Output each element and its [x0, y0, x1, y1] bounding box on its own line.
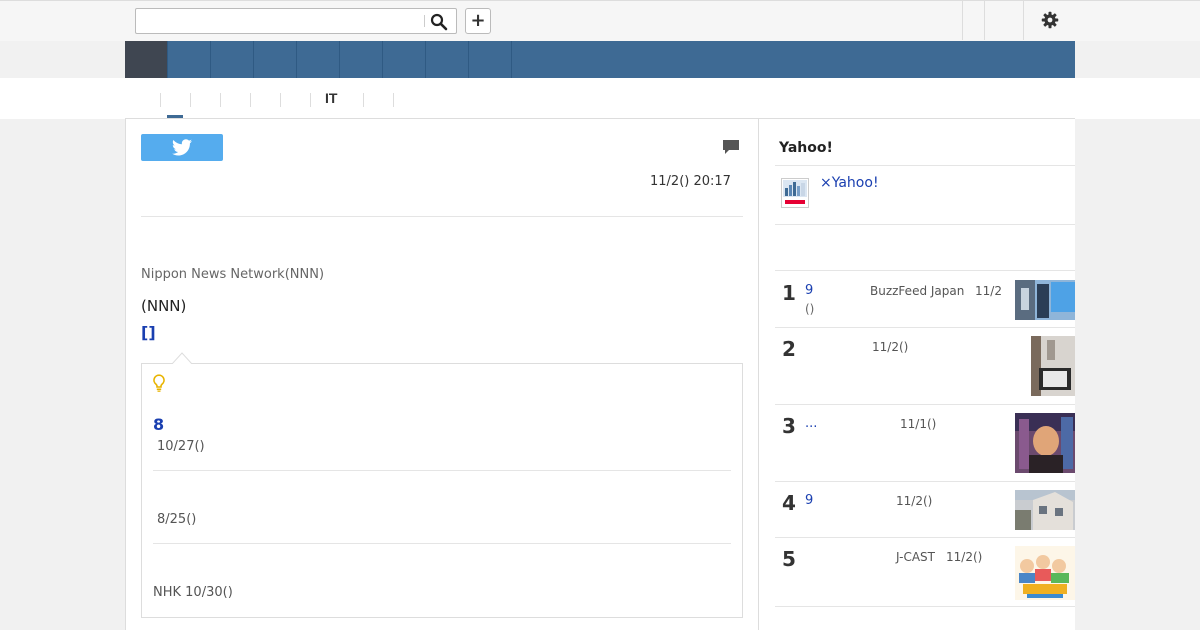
- rank-title[interactable]: ...: [805, 416, 817, 431]
- nav-tab[interactable]: [168, 41, 211, 78]
- twitter-icon: [172, 139, 192, 156]
- main-nav: [125, 41, 1075, 78]
- rank-date: 11/2(): [896, 494, 933, 508]
- header-menu-button[interactable]: [985, 0, 1023, 40]
- divider: [141, 216, 743, 217]
- article-source: Nippon News Network(NNN): [141, 267, 325, 282]
- bulb-icon: [153, 374, 165, 392]
- rank-thumbnail[interactable]: [1015, 413, 1075, 473]
- nav-tab[interactable]: [211, 41, 254, 78]
- related-item-date: 10/27(): [157, 439, 205, 454]
- search-icon[interactable]: [430, 13, 448, 31]
- comment-icon[interactable]: [722, 139, 740, 155]
- gear-icon[interactable]: [1041, 11, 1059, 29]
- category-divider: [393, 93, 394, 107]
- divider: [775, 606, 1075, 607]
- divider: [775, 270, 1075, 271]
- article-credit: (NNN): [141, 297, 187, 315]
- rank-date: 11/1(): [900, 417, 937, 431]
- rank-number: 4: [782, 491, 796, 515]
- rank-source: J-CAST: [896, 550, 935, 564]
- rank-title[interactable]: 9: [805, 283, 813, 298]
- nav-tab[interactable]: [426, 41, 469, 78]
- divider: [775, 327, 1075, 328]
- category-tab-it[interactable]: IT: [325, 90, 337, 106]
- rank-number: 1: [782, 281, 796, 305]
- nav-tab[interactable]: [383, 41, 426, 78]
- sidebar-title: Yahoo!: [779, 140, 833, 156]
- divider: [775, 537, 1075, 538]
- related-item-date: NHK 10/30(): [153, 585, 233, 600]
- category-tab[interactable]: [250, 93, 280, 107]
- rank-title[interactable]: 9: [805, 493, 813, 508]
- nav-tab[interactable]: [297, 41, 340, 78]
- rank-thumbnail[interactable]: [1015, 280, 1075, 320]
- nav-tab[interactable]: [469, 41, 512, 78]
- rank-thumbnail[interactable]: [1015, 546, 1075, 600]
- callout-arrow: [172, 352, 192, 364]
- tweet-button[interactable]: [141, 134, 223, 161]
- search-box: [135, 8, 457, 34]
- nav-tab-home[interactable]: [125, 41, 168, 78]
- rank-date: 11/2: [975, 284, 1002, 298]
- related-title-link[interactable]: 8: [153, 415, 164, 434]
- rank-date: 11/2(): [946, 550, 983, 564]
- search-divider: [424, 15, 425, 27]
- rank-number: 5: [782, 547, 796, 571]
- category-tab[interactable]: [220, 93, 250, 107]
- rank-source: BuzzFeed Japan: [870, 284, 965, 298]
- category-tab[interactable]: [280, 93, 310, 107]
- category-tab[interactable]: [363, 93, 393, 107]
- article-date: 11/2() 20:17: [650, 174, 731, 189]
- add-button[interactable]: +: [465, 8, 491, 34]
- divider: [153, 543, 731, 544]
- related-item-date: 8/25(): [157, 512, 197, 527]
- nav-tab[interactable]: [340, 41, 383, 78]
- divider: [775, 165, 1075, 166]
- rank-number: 3: [782, 414, 796, 438]
- divider: [775, 404, 1075, 405]
- related-item[interactable]: [153, 478, 731, 536]
- rank-number: 2: [782, 337, 796, 361]
- category-tab[interactable]: [160, 93, 190, 107]
- related-item[interactable]: [153, 551, 731, 606]
- rank-subtitle: (): [805, 302, 815, 316]
- rank-date: 11/2(): [872, 340, 909, 354]
- nav-tab[interactable]: [254, 41, 297, 78]
- search-input[interactable]: [136, 9, 428, 33]
- article-link[interactable]: []: [141, 323, 156, 342]
- yahoo-logo[interactable]: [781, 178, 809, 208]
- header-divider: [962, 0, 963, 40]
- divider: [775, 481, 1075, 482]
- yahoo-link[interactable]: ×Yahoo!: [820, 175, 879, 191]
- header-divider: [1023, 0, 1024, 40]
- rank-thumbnail[interactable]: [1015, 490, 1075, 530]
- divider: [775, 224, 1075, 225]
- divider: [153, 470, 731, 471]
- rank-thumbnail[interactable]: [1031, 336, 1075, 396]
- category-tab[interactable]: [190, 93, 220, 107]
